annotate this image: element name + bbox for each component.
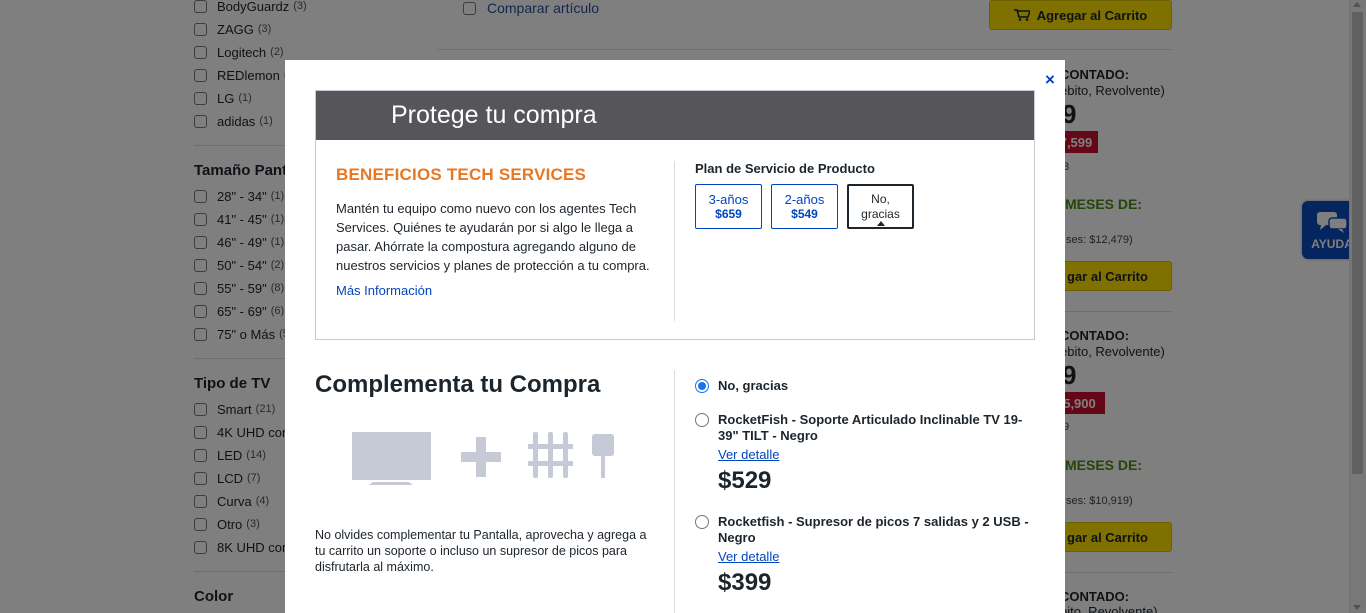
plan-options: 3-años $659 2-años $549 No, gracias: [695, 184, 914, 229]
plan-none-label: gracias: [861, 206, 900, 221]
plan-years: 2-años: [784, 191, 825, 207]
plan-price: $659: [715, 206, 742, 221]
radio[interactable]: [695, 413, 709, 427]
close-icon[interactable]: ×: [1042, 71, 1058, 88]
view-detail-link[interactable]: Ver detalle: [718, 447, 779, 462]
benefits-title: BENEFICIOS TECH SERVICES: [336, 165, 587, 184]
radio[interactable]: [695, 515, 709, 529]
plug-icon: [592, 434, 614, 478]
plus-icon: [461, 437, 501, 477]
protection-header: Protege tu compra: [316, 91, 1034, 140]
plan-2-years-button[interactable]: 2-años $549: [771, 184, 838, 229]
complement-text: No olvides complementar tu Pantalla, apr…: [315, 528, 647, 574]
addon-name: RocketFish - Soporte Articulado Inclinab…: [718, 412, 1023, 443]
benefits-section: BENEFICIOS TECH SERVICES Mantén tu equip…: [336, 165, 656, 298]
protect-purchase-modal: × Protege tu compra BENEFICIOS TECH SERV…: [285, 60, 1065, 613]
radio-selected[interactable]: [695, 379, 709, 393]
addon-name: Rocketfish - Supresor de picos 7 salidas…: [718, 514, 1029, 545]
plan-label: Plan de Servicio de Producto: [695, 161, 875, 176]
addon-price: $399: [718, 569, 772, 596]
plan-price: $549: [791, 206, 818, 221]
more-info-link[interactable]: Más Información: [336, 283, 656, 298]
plan-3-years-button[interactable]: 3-años $659: [695, 184, 762, 229]
protection-panel: Protege tu compra BENEFICIOS TECH SERVIC…: [315, 90, 1035, 340]
wall-mount-icon: [528, 432, 573, 478]
view-detail-link[interactable]: Ver detalle: [718, 549, 779, 564]
benefits-text: Mantén tu equipo como nuevo con los agen…: [336, 201, 650, 273]
plan-no-thanks-button[interactable]: No, gracias: [847, 184, 914, 229]
complement-title: Complementa tu Compra: [315, 371, 601, 398]
tv-icon: [352, 432, 431, 485]
addon-price: $529: [718, 467, 772, 494]
divider: [674, 370, 675, 613]
addon-none-label: No, gracias: [718, 378, 789, 393]
tv-plus-mount-illustration: [352, 432, 614, 485]
protection-title: Protege tu compra: [391, 101, 597, 129]
divider: [674, 161, 675, 321]
plan-none-label: No,: [871, 191, 890, 206]
plan-years: 3-años: [708, 191, 749, 207]
